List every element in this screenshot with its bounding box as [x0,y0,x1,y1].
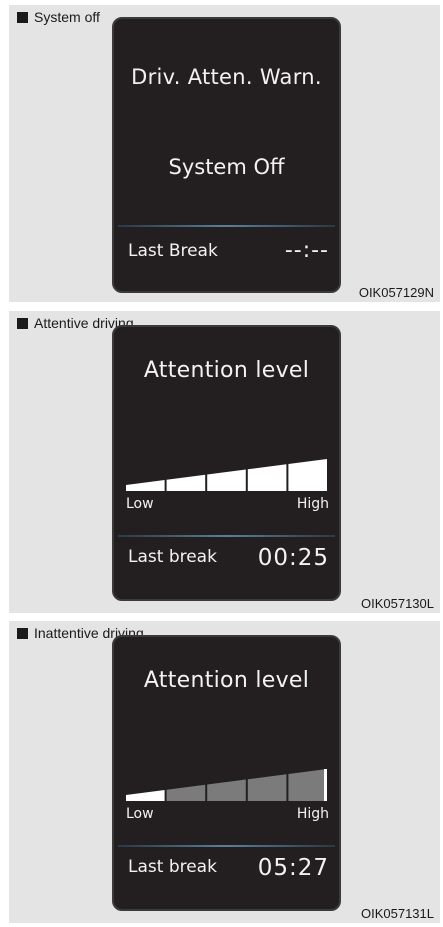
image-code: OIK057129N [358,285,434,300]
last-break-label: Last break [128,857,217,877]
last-break-value: 00:25 [257,545,329,571]
figure-attentive-driving: Attentive driving Attention level Low Hi… [9,311,440,613]
figure-inattentive-driving: Inattentive driving Attention level Low … [9,621,440,923]
level-segment [166,474,206,491]
low-label: Low [126,496,154,512]
high-label: High [296,806,329,822]
attention-level-bar [126,459,327,491]
square-bullet-icon [17,11,28,23]
level-segment [126,480,165,491]
image-code: OIK057130L [360,596,434,611]
level-high-marker [324,769,327,801]
level-segment [247,774,287,801]
display-title: Attention level [143,668,310,693]
display-title: Attention level [143,358,310,383]
last-break-value: --:-- [284,238,329,263]
heading-text: System off [34,9,100,25]
display-title: Driv. Atten. Warn. [131,65,322,89]
level-segment [207,779,246,801]
level-segment [207,469,246,491]
level-segment [288,769,327,801]
display-divider [118,845,335,847]
last-break-label: Last Break [128,241,218,261]
attention-level-bar [126,769,327,801]
last-break-value: 05:27 [257,855,329,881]
square-bullet-icon [17,317,28,329]
level-segment [166,784,206,801]
system-status: System Off [168,155,285,179]
square-bullet-icon [17,627,28,639]
figure-heading: System off [17,9,100,25]
level-segment [247,464,287,491]
cluster-display: Driv. Atten. Warn. System Off Last Break… [112,17,341,293]
image-code: OIK057131L [360,906,434,921]
high-label: High [296,496,329,512]
display-divider [118,225,335,227]
level-segment [126,790,165,801]
level-segment [288,459,327,491]
cluster-display: Attention level Low High Last break 00:2… [112,325,341,601]
cluster-display: Attention level Low High Last break 05:2… [112,635,341,911]
display-divider [118,535,335,537]
figure-system-off: System off Driv. Atten. Warn. System Off… [9,5,440,302]
last-break-label: Last break [128,547,217,567]
low-label: Low [126,806,154,822]
